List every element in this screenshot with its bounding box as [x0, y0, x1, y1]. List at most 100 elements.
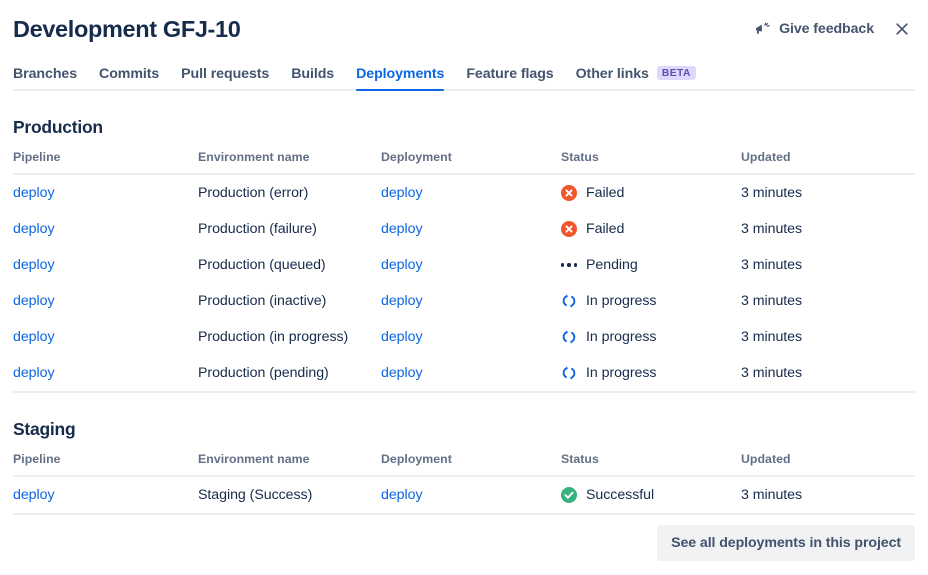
table-row: deploy Staging (Success) deploy Successful 3…	[13, 476, 915, 515]
status-label: In progress	[586, 293, 657, 309]
status-cell: In progress	[561, 355, 741, 393]
tab-pull-requests[interactable]: Pull requests	[170, 66, 280, 91]
environment-name-cell: Production (inactive)	[198, 293, 327, 309]
status-label: Pending	[586, 257, 638, 273]
status-cell: Successful	[561, 476, 741, 515]
status-label: In progress	[586, 365, 657, 381]
updated-cell: 3 minutes	[741, 221, 803, 237]
pipeline-cell: deploy	[13, 355, 198, 393]
pipeline-link[interactable]: deploy	[13, 293, 55, 309]
deployments-table: Pipeline Environment name Deployment Status…	[13, 452, 915, 515]
deployment-cell: deploy	[381, 319, 561, 355]
tab-deployments[interactable]: Deployments	[345, 66, 455, 91]
status-badge: Pending	[561, 257, 741, 273]
pipeline-link[interactable]: deploy	[13, 329, 55, 345]
status-label: Failed	[586, 221, 625, 237]
table-row: deploy Production (failure) deploy Failed 3 …	[13, 211, 915, 247]
pipeline-link[interactable]: deploy	[13, 257, 55, 273]
beta-badge: BETA	[656, 65, 696, 81]
table-row: deploy Production (pending) deploy In progr…	[13, 355, 915, 393]
deployment-link[interactable]: deploy	[381, 487, 423, 503]
tab-commits[interactable]: Commits	[88, 66, 170, 91]
section-production: Production Pipeline Environment name Deploy…	[0, 91, 928, 393]
status-cell: In progress	[561, 283, 741, 319]
tab-feature-flags[interactable]: Feature flags	[455, 66, 564, 91]
deployments-panel: Development GFJ-10 Give feedback Branche…	[0, 0, 928, 575]
status-label: In progress	[586, 329, 657, 345]
deployment-link[interactable]: deploy	[381, 221, 423, 237]
column-header-environment-name: Environment name	[198, 150, 381, 175]
section-staging: Staging Pipeline Environment name Deploymen…	[0, 393, 928, 515]
pipeline-cell: deploy	[13, 319, 198, 355]
give-feedback-label: Give feedback	[779, 21, 874, 37]
tab-list: Branches Commits Pull requests Builds Deploy…	[13, 58, 915, 91]
pipeline-link[interactable]: deploy	[13, 221, 55, 237]
megaphone-icon	[754, 21, 770, 37]
deployments-table: Pipeline Environment name Deployment Status…	[13, 150, 915, 393]
deployment-link[interactable]: deploy	[381, 257, 423, 273]
environment-name-cell: Production (error)	[198, 185, 309, 201]
updated-cell: 3 minutes	[741, 476, 915, 515]
status-badge: Successful	[561, 487, 741, 503]
pipeline-cell: deploy	[13, 211, 198, 247]
tab-bar: Branches Commits Pull requests Builds Deploy…	[0, 58, 928, 91]
close-icon	[894, 21, 910, 37]
tab-label: Pull requests	[181, 66, 270, 82]
status-badge: In progress	[561, 329, 741, 345]
deployment-link[interactable]: deploy	[381, 329, 423, 345]
column-header-status: Status	[561, 452, 741, 477]
updated-cell: 3 minutes	[741, 257, 803, 273]
pipeline-link[interactable]: deploy	[13, 365, 55, 381]
deployment-cell: deploy	[381, 476, 561, 515]
environment-name-cell: Production (pending)	[198, 355, 381, 393]
tab-label: Builds	[291, 66, 335, 82]
deployment-cell: deploy	[381, 247, 561, 283]
table-row: deploy Production (inactive) deploy In prog…	[13, 283, 915, 319]
environment-name-cell: Staging (Success)	[198, 476, 381, 515]
deployment-link[interactable]: deploy	[381, 293, 423, 309]
environment-name-cell: Production (failure)	[198, 221, 317, 237]
tab-builds[interactable]: Builds	[280, 66, 345, 91]
deployment-cell: deploy	[381, 283, 561, 319]
status-badge: Failed	[561, 221, 741, 237]
in-progress-icon	[561, 293, 577, 309]
deployment-cell: deploy	[381, 174, 561, 211]
status-label: Failed	[586, 185, 625, 201]
table-row: deploy Production (error) deploy Failed 3 mi…	[13, 174, 915, 211]
environment-name-cell: Production (queued)	[198, 257, 326, 273]
failed-icon	[561, 185, 577, 201]
deployment-link[interactable]: deploy	[381, 185, 423, 201]
pipeline-cell: deploy	[13, 174, 198, 211]
panel-header: Development GFJ-10 Give feedback	[0, 0, 928, 58]
column-header-deployment: Deployment	[381, 150, 561, 175]
page-title: Development GFJ-10	[13, 16, 241, 43]
status-badge: In progress	[561, 293, 741, 309]
tab-label: Other links	[575, 66, 649, 82]
in-progress-icon	[561, 365, 577, 381]
tab-other-links[interactable]: Other links BETA	[565, 65, 707, 91]
table-row: deploy Production (queued) deploy Pending 3 …	[13, 247, 915, 283]
header-actions: Give feedback	[752, 17, 915, 41]
pipeline-cell: deploy	[13, 247, 198, 283]
column-header-updated: Updated	[741, 150, 915, 175]
status-cell: In progress	[561, 319, 741, 355]
column-header-deployment: Deployment	[381, 452, 561, 477]
deployment-link[interactable]: deploy	[381, 365, 423, 381]
tab-branches[interactable]: Branches	[13, 66, 88, 91]
pipeline-link[interactable]: deploy	[13, 185, 55, 201]
deployment-cell: deploy	[381, 355, 561, 393]
status-cell: Pending	[561, 247, 741, 283]
tab-label: Feature flags	[466, 66, 554, 82]
environment-name-cell: Production (in progress)	[198, 329, 349, 345]
updated-cell: 3 minutes	[741, 293, 803, 309]
section-title: Staging	[13, 419, 76, 439]
table-row: deploy Production (in progress) deploy In p…	[13, 319, 915, 355]
see-all-deployments-button[interactable]: See all deployments in this project	[657, 525, 915, 561]
status-badge: In progress	[561, 365, 741, 381]
pipeline-link[interactable]: deploy	[13, 487, 55, 503]
section-title: Production	[13, 117, 103, 137]
give-feedback-button[interactable]: Give feedback	[752, 17, 876, 41]
pipeline-cell: deploy	[13, 283, 198, 319]
updated-cell: 3 minutes	[741, 355, 915, 393]
close-button[interactable]	[890, 17, 914, 41]
